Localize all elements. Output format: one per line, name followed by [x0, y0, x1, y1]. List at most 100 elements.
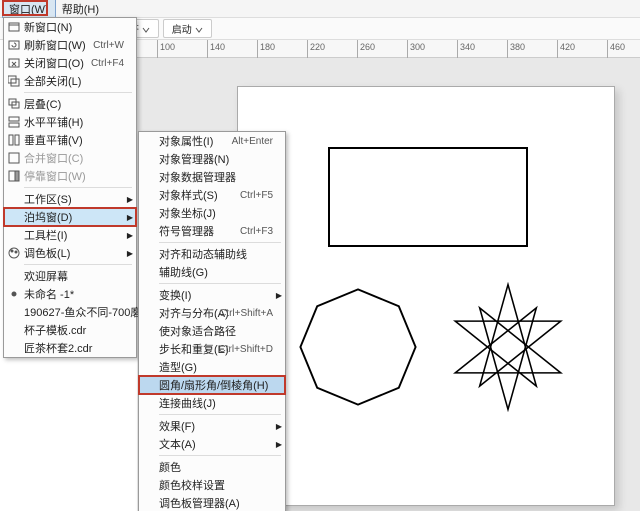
dockers-menu-item-8[interactable]: 辅助线(G) — [139, 263, 285, 281]
dockers-submenu-dropdown[interactable]: 对象属性(I) Alt+Enter对象管理器(N) 对象数据管理器对象样式(S)Ct… — [138, 131, 286, 511]
dockers-menu-item-21[interactable]: 颜色 — [139, 458, 285, 476]
window-menu-item-17[interactable]: 未命名 -1* — [4, 285, 136, 303]
window-menu-separator — [24, 264, 132, 265]
window-menu-item-12[interactable]: 泊坞窗(D)▶ — [4, 208, 136, 226]
arrange-icon — [7, 152, 20, 165]
window-menu-item-9: 停靠窗口(W) — [4, 167, 136, 185]
window-menu-label: 合并窗口(C) — [24, 150, 83, 166]
window-menu-label: 关闭窗口(O) — [24, 55, 84, 71]
dockers-menu-label: 对象坐标(J) — [159, 205, 216, 221]
dockers-menu-label: 造型(G) — [159, 359, 197, 375]
window-menu-label: 水平平铺(H) — [24, 114, 83, 130]
window-menu-accel: Ctrl+F4 — [91, 58, 124, 69]
dockers-menu-accel: Alt+Enter — [232, 136, 273, 147]
dockers-menu-accel: Ctrl+F5 — [240, 190, 273, 201]
dockers-menu-accel: Ctrl+Shift+A — [219, 308, 273, 319]
window-menu-label: 垂直平铺(V) — [24, 132, 83, 148]
app-root: 窗口(W) 帮助(H) 贴齐 启动 1001401802202603003403… — [0, 0, 640, 511]
window-menu-label: 工作区(S) — [24, 191, 72, 207]
window-menu-label: 刷新窗口(W) — [24, 37, 86, 53]
shape-octagon[interactable] — [298, 287, 418, 407]
close-window-icon — [7, 57, 20, 70]
dockers-menu-accel: Ctrl+Shift+D — [219, 344, 273, 355]
window-menu-item-7[interactable]: 垂直平铺(V) — [4, 131, 136, 149]
dockers-menu-item-12[interactable]: 使对象适合路径 — [139, 322, 285, 340]
window-menu-item-13[interactable]: 工具栏(I) ▶ — [4, 226, 136, 244]
dockers-menu-item-23[interactable]: 调色板管理器(A) — [139, 494, 285, 511]
dockers-menu-item-15[interactable]: 圆角/扇形角/倒棱角(H) — [139, 376, 285, 394]
launch-chip[interactable]: 启动 — [163, 19, 212, 38]
window-menu-item-11[interactable]: 工作区(S)▶ — [4, 190, 136, 208]
window-menu-item-6[interactable]: 水平平铺(H) — [4, 113, 136, 131]
dockers-menu-label: 圆角/扇形角/倒棱角(H) — [159, 377, 268, 393]
window-menu-item-2[interactable]: 关闭窗口(O) Ctrl+F4 — [4, 54, 136, 72]
dockers-menu-label: 使对象适合路径 — [159, 323, 236, 339]
window-menu-label: 层叠(C) — [24, 96, 61, 112]
dockers-menu-label: 符号管理器 — [159, 223, 214, 239]
window-menu-item-18[interactable]: 190627-鱼众不同-700磨砂.cdr — [4, 303, 136, 321]
window-menu-item-20[interactable]: 匠茶杯套2.cdr — [4, 339, 136, 357]
ruler-horizontal: 100140180220260300340380420460 — [137, 40, 640, 58]
dockers-menu-separator — [159, 414, 281, 415]
dockers-menu-label: 对象数据管理器 — [159, 169, 236, 185]
cascade-icon — [7, 98, 20, 111]
chevron-right-icon: ▶ — [127, 249, 133, 258]
window-menu-item-19[interactable]: 杯子模板.cdr — [4, 321, 136, 339]
chevron-right-icon: ▶ — [276, 440, 282, 449]
window-menu-item-16[interactable]: 欢迎屏幕 — [4, 267, 136, 285]
tile-h-icon — [7, 116, 20, 129]
window-menu-item-0[interactable]: 新窗口(N) — [4, 18, 136, 36]
window-menu-label: 调色板(L) — [24, 245, 70, 261]
window-menu-accel: Ctrl+W — [93, 40, 124, 51]
dockers-menu-item-5[interactable]: 符号管理器 Ctrl+F3 — [139, 222, 285, 240]
window-menu-label: 工具栏(I) — [24, 227, 67, 243]
shape-rectangle[interactable] — [328, 147, 528, 247]
dockers-menu-item-18[interactable]: 效果(F) ▶ — [139, 417, 285, 435]
dockers-menu-item-16[interactable]: 连接曲线(J) — [139, 394, 285, 412]
dockers-menu-label: 效果(F) — [159, 418, 195, 434]
chevron-right-icon: ▶ — [276, 422, 282, 431]
dockers-menu-item-19[interactable]: 文本(A) ▶ — [139, 435, 285, 453]
dockers-menu-item-1[interactable]: 对象管理器(N) — [139, 150, 285, 168]
dockers-menu-label: 对象属性(I) — [159, 133, 213, 149]
dockers-menu-item-3[interactable]: 对象样式(S)Ctrl+F5 — [139, 186, 285, 204]
window-menu-item-14[interactable]: 调色板(L) ▶ — [4, 244, 136, 262]
dockers-menu-item-10[interactable]: 变换(I)▶ — [139, 286, 285, 304]
chevron-right-icon: ▶ — [127, 231, 133, 240]
dockers-menu-item-22[interactable]: 颜色校样设置 — [139, 476, 285, 494]
window-menu-label: 全部关闭(L) — [24, 73, 81, 89]
window-menu-item-5[interactable]: 层叠(C) — [4, 95, 136, 113]
window-menu-label: 新窗口(N) — [24, 19, 72, 35]
dockers-menu-item-7[interactable]: 对齐和动态辅助线 — [139, 245, 285, 263]
refresh-window-icon — [7, 39, 20, 52]
dockers-menu-label: 辅助线(G) — [159, 264, 208, 280]
window-menu-label: 欢迎屏幕 — [24, 268, 68, 284]
dockers-menu-item-11[interactable]: 对齐与分布(A)Ctrl+Shift+A — [139, 304, 285, 322]
dockers-menu-item-13[interactable]: 步长和重复(E)Ctrl+Shift+D — [139, 340, 285, 358]
dockers-menu-label: 对象管理器(N) — [159, 151, 229, 167]
window-menu-dropdown[interactable]: 新窗口(N) 刷新窗口(W) Ctrl+W 关闭窗口(O) Ctrl+F4 全部关闭(L)… — [3, 17, 137, 358]
dockers-menu-separator — [159, 455, 281, 456]
page — [237, 86, 615, 506]
window-menu-item-1[interactable]: 刷新窗口(W) Ctrl+W — [4, 36, 136, 54]
dockers-menu-accel: Ctrl+F3 — [240, 226, 273, 237]
dockers-menu-item-2[interactable]: 对象数据管理器 — [139, 168, 285, 186]
window-menu-label: 杯子模板.cdr — [24, 322, 86, 338]
window-menu-label: 停靠窗口(W) — [24, 168, 86, 184]
shape-star[interactable] — [443, 282, 573, 412]
menu-help[interactable]: 帮助(H) — [56, 0, 105, 19]
window-menu-item-3[interactable]: 全部关闭(L) — [4, 72, 136, 90]
window-menu-item-8: 合并窗口(C) — [4, 149, 136, 167]
dockers-menu-label: 调色板管理器(A) — [159, 495, 240, 511]
palette-icon — [7, 247, 20, 260]
dockers-menu-item-14[interactable]: 造型(G) — [139, 358, 285, 376]
window-menu-separator — [24, 187, 132, 188]
chevron-right-icon: ▶ — [127, 213, 133, 222]
dockers-menu-item-4[interactable]: 对象坐标(J) — [139, 204, 285, 222]
dock-icon — [7, 170, 20, 183]
chevron-right-icon: ▶ — [276, 291, 282, 300]
dot — [7, 288, 20, 301]
dockers-menu-label: 文本(A) — [159, 436, 196, 452]
dockers-menu-label: 颜色校样设置 — [159, 477, 225, 493]
dockers-menu-item-0[interactable]: 对象属性(I) Alt+Enter — [139, 132, 285, 150]
